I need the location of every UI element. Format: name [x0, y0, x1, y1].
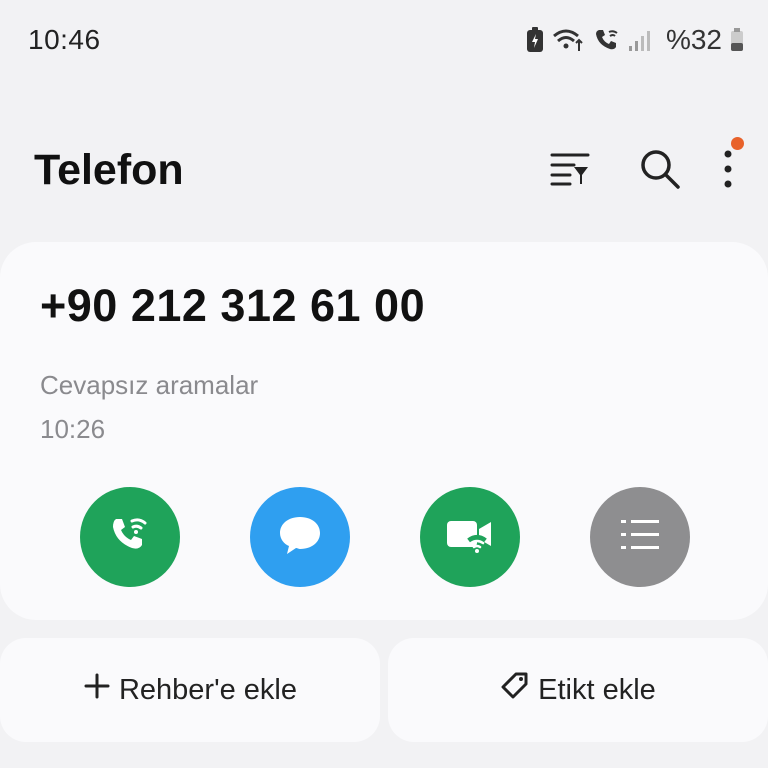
call-time: 10:26: [40, 414, 106, 444]
battery-percent: %32: [665, 24, 722, 55]
filter-button[interactable]: [546, 147, 594, 195]
action-buttons: [80, 487, 690, 587]
status-bar: 10:46 %32: [0, 0, 768, 80]
more-options-button[interactable]: [718, 137, 744, 195]
details-button[interactable]: [590, 487, 690, 587]
status-icons: %32: [526, 22, 744, 58]
header-actions: [546, 137, 744, 196]
page-title: Telefon: [34, 146, 184, 194]
add-tag-label: Etikt ekle: [538, 673, 656, 706]
phone-number: +90 212 312 61 00: [40, 280, 426, 331]
tag-icon: [500, 671, 538, 709]
battery-saver-icon: [526, 27, 544, 53]
battery-icon: [730, 28, 744, 52]
status-time: 10:46: [28, 24, 101, 55]
search-button[interactable]: [636, 147, 684, 195]
wifi-video-call-button[interactable]: [420, 487, 520, 587]
more-vertical-icon: [723, 150, 733, 193]
add-tag-button[interactable]: Etikt ekle: [388, 638, 768, 742]
details-list-icon: [619, 517, 661, 558]
call-type: Cevapsız aramalar: [40, 370, 259, 400]
call-detail-card: +90 212 312 61 00 Cevapsız aramalar 10:2…: [0, 242, 768, 620]
wifi-call-icon: [108, 513, 152, 562]
plus-icon: [83, 672, 119, 708]
add-to-contacts-button[interactable]: Rehber'e ekle: [0, 638, 380, 742]
add-to-contacts-label: Rehber'e ekle: [118, 673, 298, 706]
signal-icon: [628, 28, 652, 52]
wifi-video-call-icon: [445, 515, 495, 560]
message-icon: [276, 513, 324, 562]
filter-icon: [550, 151, 590, 192]
search-icon: [639, 148, 681, 195]
notification-dot: [731, 137, 744, 150]
wifi-call-button[interactable]: [80, 487, 180, 587]
wifi-calling-icon: [594, 27, 620, 53]
message-button[interactable]: [250, 487, 350, 587]
wifi-data-icon: [552, 27, 586, 53]
